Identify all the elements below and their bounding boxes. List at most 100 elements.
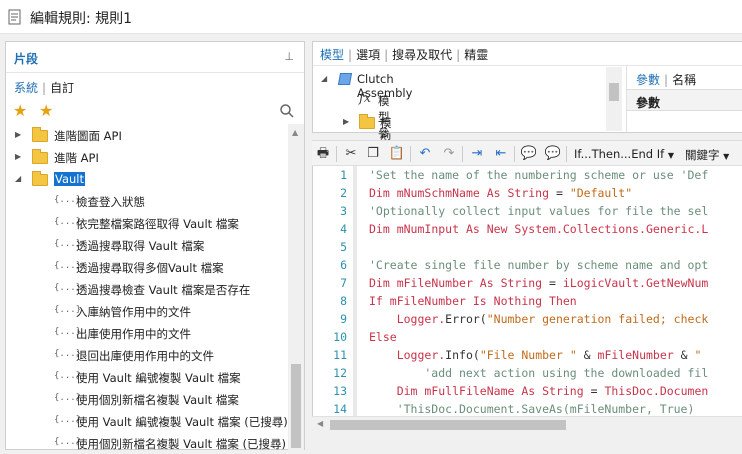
- model-tree-scrollbar[interactable]: [606, 67, 622, 131]
- snippet-item[interactable]: {...} 透過搜尋取得 Vault 檔案: [6, 234, 288, 256]
- editor-horizontal-scrollbar[interactable]: ◀: [312, 416, 742, 433]
- code-text: 'add next action using the downloaded fi…: [369, 366, 709, 380]
- tab-options[interactable]: 選項: [356, 48, 380, 62]
- parameters-panel: 參數 | 名稱 參數: [626, 66, 742, 132]
- code-text: Dim mNumSchmName As String = "Default": [369, 186, 633, 200]
- snippet-item[interactable]: {...} 透過搜尋檢查 Vault 檔案是否存在: [6, 278, 288, 300]
- undo-icon[interactable]: ↶: [416, 145, 434, 163]
- code-text: Dim mFileNumber As String = iLogicVault.…: [369, 276, 709, 290]
- snippets-tabs: 系統 | 自訂: [14, 81, 75, 95]
- code-text: Else: [369, 330, 397, 344]
- code-line: 4 Dim mNumInput As New System.Collections…: [313, 220, 742, 238]
- code-line: 6 'Create single file number by scheme na…: [313, 256, 742, 274]
- line-number: 4: [340, 222, 347, 236]
- scrollbar-thumb[interactable]: [609, 83, 619, 101]
- snippet-item[interactable]: {...} 依完整檔案路徑取得 Vault 檔案: [6, 212, 288, 234]
- redo-icon[interactable]: ↷: [440, 145, 458, 163]
- line-number: 5: [340, 240, 347, 254]
- uncomment-icon[interactable]: 💬: [544, 145, 562, 163]
- code-line: 14 'ThisDoc.Document.SaveAs(mFileNumber,…: [313, 400, 742, 416]
- code-line: 1 'Set the name of the numbering scheme o…: [313, 166, 742, 184]
- code-text: Dim mFullFileName As String = ThisDoc.Do…: [396, 384, 709, 398]
- code-line: 2 Dim mNumSchmName As String = "Default": [313, 184, 742, 202]
- print-icon[interactable]: 🖶: [314, 145, 332, 163]
- snippet-item[interactable]: {...} 透過搜尋取得多個Vault 檔案: [6, 256, 288, 278]
- tab-model[interactable]: 模型: [320, 48, 344, 62]
- line-number: 3: [340, 204, 347, 218]
- tree-folder[interactable]: ◢ Vault: [6, 168, 288, 190]
- snippet-label: 使用個別新檔名複製 Vault 檔案 (已搜尋): [76, 437, 286, 450]
- tab-custom[interactable]: 自訂: [50, 81, 74, 95]
- snippet-item[interactable]: {...} 入庫納管作用中的文件: [6, 300, 288, 322]
- snippet-item[interactable]: {...} 檢查登入狀態: [6, 190, 288, 212]
- comment-icon[interactable]: 💬: [520, 145, 538, 163]
- tab-search-replace[interactable]: 搜尋及取代: [392, 48, 452, 62]
- code-text: 'Set the name of the numbering scheme or…: [369, 168, 709, 182]
- add-favorite-icon[interactable]: ★: [39, 101, 53, 120]
- copy-icon[interactable]: ❐: [364, 145, 382, 163]
- paste-icon[interactable]: 📋: [388, 145, 406, 163]
- keywords-button[interactable]: 關鍵字 ▼: [685, 147, 729, 163]
- folder-icon: [32, 149, 48, 164]
- tab-parameters[interactable]: 參數: [636, 73, 660, 87]
- tree-folder[interactable]: ▶ 進階 API: [6, 146, 288, 168]
- snippet-item[interactable]: {...} 退回出庫使用作用中的文件: [6, 344, 288, 366]
- snippet-item[interactable]: {...} 使用個別新檔名複製 Vault 檔案 (已搜尋): [6, 432, 288, 450]
- favorites-icon[interactable]: ★: [13, 101, 27, 120]
- tab-wizards[interactable]: 精靈: [464, 48, 488, 62]
- tree-item-label: 進階 API: [54, 151, 99, 165]
- line-number: 10: [333, 330, 347, 344]
- pin-icon[interactable]: ⊥: [284, 50, 294, 63]
- window-title: 編輯規則: 規則1: [30, 11, 133, 27]
- snippet-item[interactable]: {...} 使用 Vault 編號複製 Vault 檔案 (已搜尋): [6, 410, 288, 432]
- scrollbar-thumb[interactable]: [330, 420, 566, 430]
- chevron-right-icon[interactable]: ▶: [15, 130, 21, 139]
- code-line: 10 Else: [313, 328, 742, 346]
- chevron-down-icon[interactable]: ◢: [321, 74, 327, 83]
- line-number: 8: [340, 294, 347, 308]
- code-line: 8 If mFileNumber Is Nothing Then: [313, 292, 742, 310]
- snippet-label: 檢查登入狀態: [76, 195, 145, 209]
- code-text: Logger.Error("Number generation failed; …: [396, 312, 709, 326]
- parameters-column-header[interactable]: 參數: [627, 89, 742, 111]
- snippets-scrollbar[interactable]: ▲: [288, 124, 304, 450]
- tab-names[interactable]: 名稱: [672, 73, 696, 87]
- snippets-panel: 片段 ⊥ 系統 | 自訂 ★ ★ ▶ 進階圖面 API ▶ 進階 API ◢ Vault {..…: [5, 41, 305, 450]
- snippet-item[interactable]: {...} 使用個別新檔名複製 Vault 檔案: [6, 388, 288, 410]
- snippet-label: 透過搜尋取得多個Vault 檔案: [76, 261, 224, 275]
- snippet-label: 使用個別新檔名複製 Vault 檔案: [76, 393, 239, 407]
- code-text: 'Create single file number by scheme nam…: [369, 258, 709, 272]
- rule-editor-icon: [8, 9, 21, 25]
- scroll-up-icon[interactable]: ▲: [292, 128, 298, 137]
- chevron-down-icon[interactable]: ◢: [15, 174, 21, 183]
- snippet-label: 使用 Vault 編號複製 Vault 檔案: [76, 371, 241, 385]
- line-number: 12: [333, 366, 347, 380]
- code-text: 'Optionally collect input values for fil…: [369, 204, 709, 218]
- line-number: 9: [340, 312, 347, 326]
- code-text: 'ThisDoc.Document.SaveAs(mFileNumber, Tr…: [369, 402, 695, 416]
- chevron-right-icon[interactable]: ▶: [15, 152, 21, 161]
- folder-icon: [359, 114, 375, 129]
- chevron-down-icon: ▼: [723, 152, 730, 161]
- tab-system[interactable]: 系統: [14, 81, 38, 95]
- scrollbar-thumb[interactable]: [291, 364, 301, 448]
- code-editor[interactable]: 1 'Set the name of the numbering scheme o…: [312, 166, 742, 416]
- line-number: 13: [333, 384, 347, 398]
- snippet-label: 出庫使用作用中的文件: [76, 327, 191, 341]
- snippet-label: 入庫納管作用中的文件: [76, 305, 191, 319]
- tree-folder[interactable]: ▶ 進階圖面 API: [6, 124, 288, 146]
- indent-icon[interactable]: ⇥: [468, 145, 486, 163]
- code-line: 7 Dim mFileNumber As String = iLogicVault…: [313, 274, 742, 292]
- scroll-left-icon[interactable]: ◀: [317, 419, 323, 428]
- cut-icon[interactable]: ✂: [342, 145, 360, 163]
- folder-icon: [32, 171, 48, 186]
- title-bar: 編輯規則: 規則1: [0, 0, 742, 34]
- search-icon[interactable]: [280, 104, 294, 118]
- if-then-button[interactable]: If...Then...End If ▼: [574, 147, 674, 161]
- outdent-icon[interactable]: ⇤: [492, 145, 510, 163]
- snippets-header: 片段 ⊥: [6, 42, 304, 73]
- snippet-item[interactable]: {...} 使用 Vault 編號複製 Vault 檔案: [6, 366, 288, 388]
- model-tabs: 模型 | 選項 | 搜尋及取代 | 精靈: [320, 48, 489, 62]
- chevron-right-icon[interactable]: ▶: [343, 117, 349, 126]
- snippet-item[interactable]: {...} 出庫使用作用中的文件: [6, 322, 288, 344]
